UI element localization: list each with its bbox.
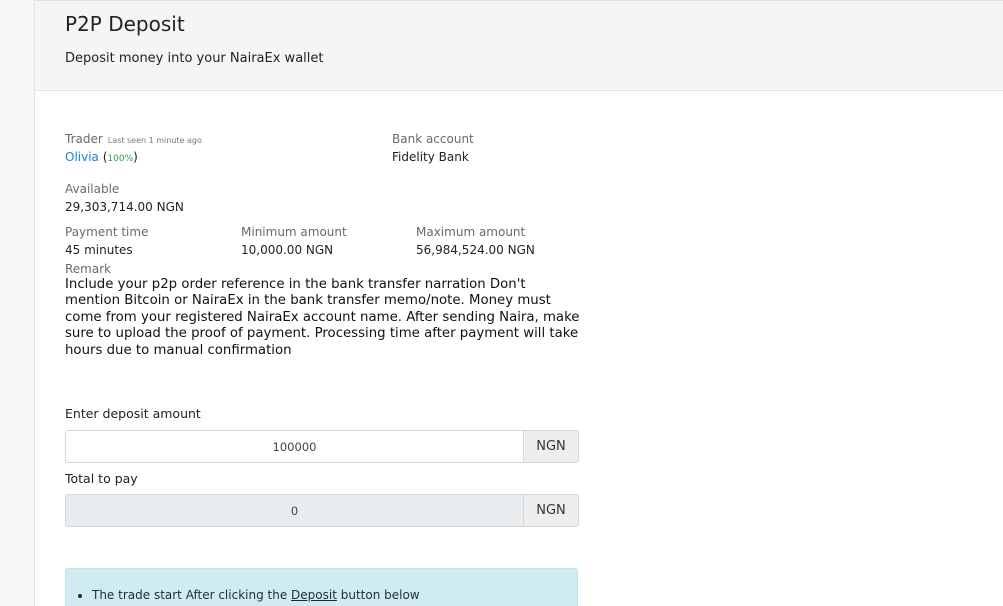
last-seen-text: Last seen 1 minute ago (107, 136, 202, 145)
deposit-currency-addon: NGN (523, 430, 579, 463)
minimum-amount-value: 10,000.00 NGN (241, 243, 334, 257)
card-header: P2P Deposit Deposit money into your Nair… (35, 0, 1003, 91)
page-subtitle: Deposit money into your NairaEx wallet (65, 51, 324, 66)
remark-text: Include your p2p order reference in the … (65, 277, 580, 358)
bank-value: Fidelity Bank (392, 150, 469, 164)
deposit-amount-label: Enter deposit amount (65, 406, 201, 421)
deposit-amount-input[interactable]: 100000 (65, 430, 523, 463)
available-label: Available (65, 182, 120, 196)
alert-text-before: The trade start After clicking the (92, 588, 292, 602)
payment-time-value: 45 minutes (65, 243, 133, 257)
trader-label-row: Trader Last seen 1 minute ago (65, 132, 202, 146)
rating-paren-close: ) (133, 150, 138, 164)
maximum-amount-label: Maximum amount (416, 225, 526, 239)
total-to-pay-input: 0 (65, 494, 523, 527)
info-alert: The trade start After clicking the Depos… (65, 568, 578, 606)
trader-rating: 100% (107, 154, 134, 164)
payment-time-label: Payment time (65, 225, 149, 239)
alert-text-after: button below (336, 588, 420, 602)
total-to-pay-label: Total to pay (65, 471, 138, 486)
minimum-amount-label: Minimum amount (241, 225, 347, 239)
bullet-icon (78, 593, 82, 598)
trader-name-link[interactable]: Olivia (65, 150, 99, 164)
maximum-amount-value: 56,984,524.00 NGN (416, 243, 535, 257)
remark-label: Remark (65, 262, 112, 276)
page-title: P2P Deposit (65, 12, 185, 36)
alert-list-item: The trade start After clicking the Depos… (76, 588, 420, 602)
deposit-link[interactable]: Deposit (291, 588, 337, 602)
bank-label: Bank account (392, 132, 474, 146)
available-value: 29,303,714.00 NGN (65, 200, 184, 214)
total-currency-addon: NGN (523, 494, 579, 527)
deposit-card: P2P Deposit Deposit money into your Nair… (34, 0, 1003, 606)
total-to-pay-group: 0 NGN (65, 494, 579, 527)
trader-value-row: Olivia (100%) (65, 150, 138, 164)
deposit-amount-group: 100000 NGN (65, 430, 579, 463)
trader-label: Trader (65, 132, 103, 146)
